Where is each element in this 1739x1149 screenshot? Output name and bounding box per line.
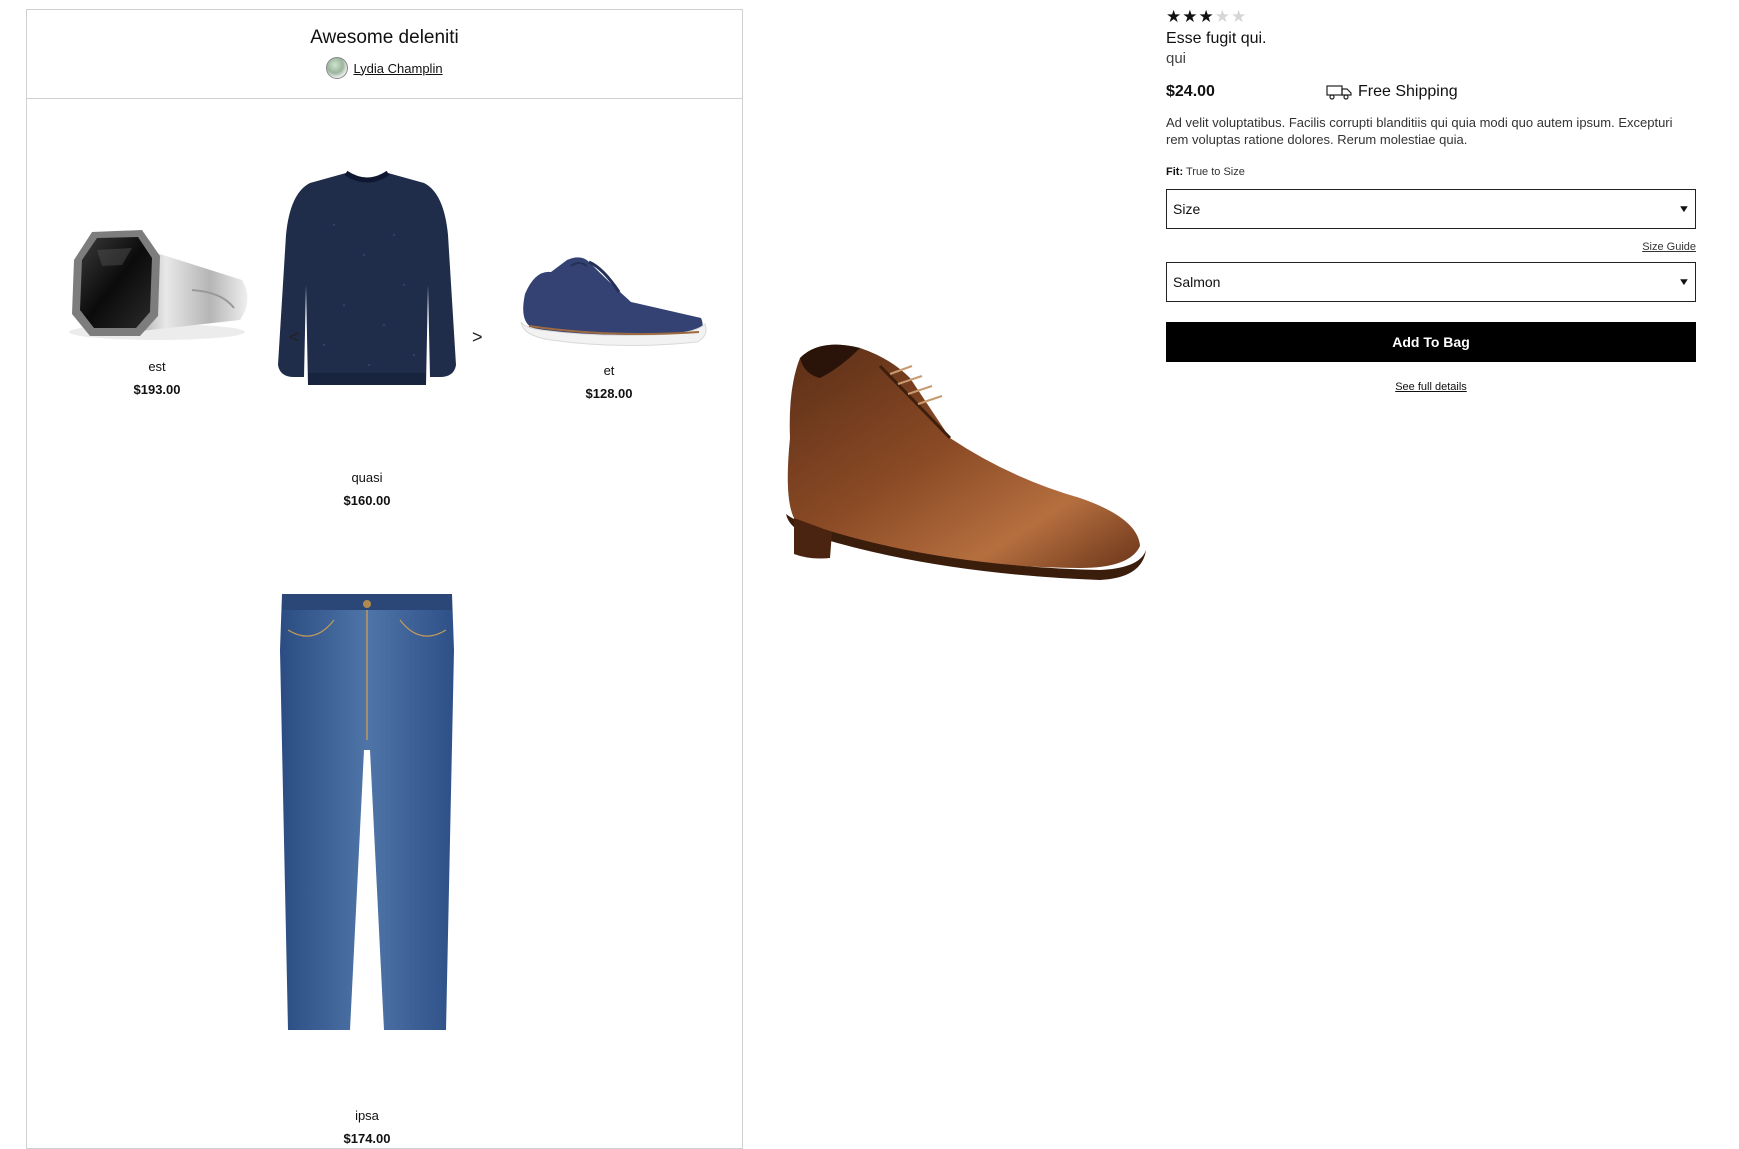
chevron-down-icon: ▼ (1677, 203, 1691, 215)
item-name: est (148, 359, 166, 374)
author-link[interactable]: Lydia Champlin (353, 61, 442, 76)
carousel-prev-icon[interactable]: < (289, 328, 300, 346)
star-icon: ★ (1166, 7, 1183, 26)
outfit-item-shoe[interactable]: et $128.00 (509, 232, 709, 402)
size-select[interactable]: Size ▼ (1166, 189, 1696, 229)
outfit-item-ring[interactable]: est $193.00 (57, 220, 257, 398)
fit-row: Fit: True to Size (1166, 166, 1696, 178)
size-guide-link[interactable]: Size Guide (1642, 241, 1696, 253)
item-name: quasi (351, 470, 383, 485)
product-description: Ad velit voluptatibus. Facilis corrupti … (1166, 115, 1673, 147)
product-name: Esse fugit qui. (1166, 30, 1267, 47)
ring-image[interactable] (62, 220, 252, 345)
carousel-next-icon[interactable]: > (472, 328, 483, 346)
shoe-image[interactable] (511, 232, 707, 347)
truck-icon (1326, 85, 1352, 100)
jeans-image[interactable] (274, 590, 460, 1040)
product-image[interactable] (780, 318, 1150, 593)
item-price: $160.00 (343, 493, 391, 508)
see-full-details-link[interactable]: See full details (1395, 381, 1467, 393)
star-icon: ★ (1231, 7, 1248, 26)
item-price: $193.00 (133, 382, 181, 397)
shipping-info: Free Shipping (1326, 83, 1458, 101)
fit-value: True to Size (1185, 166, 1245, 178)
item-price: $128.00 (585, 386, 633, 401)
size-guide-row: Size Guide (1166, 241, 1696, 253)
outfit-title: Awesome deleniti (310, 27, 459, 48)
avatar-icon (326, 57, 349, 79)
author-row: Lydia Champlin (326, 57, 443, 79)
item-name: et (603, 363, 615, 378)
outfit-item-jeans[interactable]: ipsa $174.00 (267, 590, 467, 1147)
product-price: $24.00 (1166, 83, 1215, 100)
sweater-image[interactable] (274, 165, 460, 390)
product-details: ★★★★★ Esse fugit qui. qui $24.00 Free Sh… (1166, 8, 1696, 393)
price-row: $24.00 Free Shipping (1166, 81, 1696, 103)
star-icon: ★ (1182, 7, 1199, 26)
item-price: $174.00 (343, 1131, 391, 1146)
size-select-value: Size (1173, 201, 1201, 217)
full-details-row: See full details (1166, 381, 1696, 393)
color-select-value: Salmon (1173, 274, 1221, 290)
chevron-down-icon: ▼ (1677, 276, 1691, 288)
item-name: ipsa (355, 1108, 379, 1123)
fit-label: Fit: (1166, 166, 1184, 178)
star-icon: ★ (1198, 7, 1215, 26)
color-select[interactable]: Salmon ▼ (1166, 262, 1696, 302)
shipping-label: Free Shipping (1358, 83, 1458, 100)
outfit-panel: Awesome deleniti Lydia Champlin est $193… (26, 9, 743, 1149)
add-to-bag-button[interactable]: Add To Bag (1166, 322, 1696, 362)
star-icon: ★ (1214, 7, 1231, 26)
outfit-header: Awesome deleniti Lydia Champlin (27, 10, 742, 99)
product-brand: qui (1166, 50, 1187, 67)
rating: ★★★★★ (1166, 8, 1696, 26)
